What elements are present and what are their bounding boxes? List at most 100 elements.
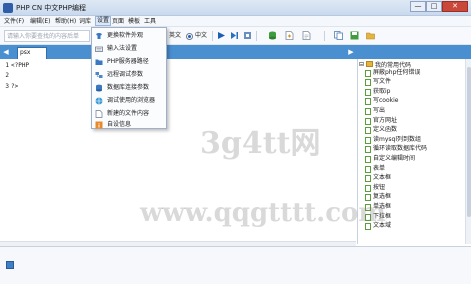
network-icon bbox=[95, 71, 103, 78]
step-icon[interactable] bbox=[230, 31, 239, 40]
menu-item-php-server-path[interactable]: PHP服务器路径 bbox=[92, 56, 166, 67]
snippet-item[interactable]: 复选框 bbox=[365, 193, 391, 201]
minimize-button[interactable]: — bbox=[410, 1, 426, 12]
snippet-label: 写出 bbox=[373, 107, 386, 114]
new-file-icon[interactable] bbox=[285, 31, 294, 40]
debug-icon[interactable] bbox=[243, 31, 252, 40]
snippet-file-icon bbox=[365, 69, 371, 77]
menu-edit[interactable]: 编辑(E) bbox=[29, 17, 51, 26]
menu-item-label: 数据库连接参数 bbox=[107, 84, 150, 91]
output-panel bbox=[0, 246, 471, 284]
menu-item-debug-browser[interactable]: 调试使用的浏览器 bbox=[92, 95, 166, 106]
search-input[interactable] bbox=[4, 30, 90, 42]
line-number: 1 bbox=[5, 62, 9, 69]
radio-english-label: 英文 bbox=[169, 32, 182, 39]
line-number: 2 bbox=[5, 72, 9, 79]
menu-help[interactable]: 帮助(H) bbox=[54, 17, 77, 26]
snippet-label: 按钮 bbox=[373, 184, 386, 191]
snippet-file-icon bbox=[365, 126, 371, 134]
snippet-label: 下拉框 bbox=[373, 213, 392, 220]
menu-item-label: 新建的文件内容 bbox=[107, 110, 150, 117]
code-editor[interactable]: 1 <?PHP 2 3 ?> bbox=[0, 59, 356, 241]
snippet-label: 写文件 bbox=[373, 78, 392, 85]
code-line[interactable]: ?> bbox=[11, 83, 18, 91]
menu-lexicon[interactable]: 词库 bbox=[78, 17, 92, 26]
snippet-label: 自定义编辑时间 bbox=[373, 155, 416, 162]
snippet-item[interactable]: 读mysql列到数组 bbox=[365, 136, 421, 144]
collapse-icon[interactable]: ⊟ bbox=[359, 61, 364, 68]
copy-icon[interactable] bbox=[334, 31, 343, 40]
maximize-button[interactable]: □ bbox=[426, 1, 442, 12]
toolbar-separator bbox=[324, 31, 325, 41]
menu-item-label: 调试使用的浏览器 bbox=[107, 97, 156, 104]
menu-item-label: 输入法设置 bbox=[107, 45, 138, 52]
snippet-item[interactable]: 循环读取数据库代码 bbox=[365, 145, 427, 153]
snippet-item[interactable]: 按钮 bbox=[365, 184, 385, 192]
menu-file[interactable]: 文件(F) bbox=[3, 17, 25, 26]
snippet-item[interactable]: 写文件 bbox=[365, 78, 391, 86]
snippet-item[interactable]: 写出 bbox=[365, 107, 385, 115]
menu-page[interactable]: 页面 bbox=[111, 17, 125, 26]
snippet-file-icon bbox=[365, 107, 371, 115]
snippet-label: 单选框 bbox=[373, 203, 392, 210]
radio-chinese[interactable]: 中文 bbox=[186, 30, 207, 42]
snippet-item[interactable]: 获取ip bbox=[365, 88, 390, 96]
snippet-file-icon bbox=[365, 222, 371, 230]
title-bar: PHP CN 中文PHP编程 — □ ✕ bbox=[0, 0, 471, 16]
menu-tools[interactable]: 工具 bbox=[143, 17, 157, 26]
snippet-label: 获取ip bbox=[373, 88, 391, 95]
menu-item-label: 自设信息 bbox=[107, 121, 132, 128]
line-number: 3 bbox=[5, 83, 9, 90]
snippet-scrollbar[interactable] bbox=[465, 59, 471, 244]
folder-icon bbox=[95, 59, 103, 65]
tab-prev-button[interactable]: ◀ bbox=[2, 48, 10, 56]
menu-item-new-file-content[interactable]: 新建的文件内容 bbox=[92, 108, 166, 119]
radio-chinese-label: 中文 bbox=[195, 32, 208, 39]
run-icon[interactable] bbox=[217, 31, 226, 40]
menu-settings[interactable]: 设置 bbox=[95, 16, 112, 26]
snippet-item[interactable]: 写cookie bbox=[365, 97, 398, 105]
toolbar-separator bbox=[212, 31, 213, 41]
menu-item-input-method[interactable]: 输入法设置 bbox=[92, 43, 166, 54]
database-icon[interactable] bbox=[268, 31, 277, 40]
snippet-file-icon bbox=[365, 78, 371, 86]
menu-bar: 文件(F) 编辑(E) 帮助(H) 词库 设置 页面 模板 工具 bbox=[0, 16, 471, 27]
save-icon[interactable] bbox=[350, 31, 359, 40]
snippet-item[interactable]: 官方网址 bbox=[365, 117, 397, 125]
snippet-item[interactable]: 文本框 bbox=[365, 174, 391, 182]
snippet-item[interactable]: 自定义编辑时间 bbox=[365, 155, 415, 163]
snippet-file-icon bbox=[365, 193, 371, 201]
folder-icon bbox=[366, 61, 374, 67]
radio-chinese-dot bbox=[186, 32, 193, 40]
tab-next-button[interactable]: ▶ bbox=[347, 48, 355, 56]
menu-item-remote-debug[interactable]: 远程调试参数 bbox=[92, 69, 166, 80]
menu-item-change-skin[interactable]: 更换软件外观 bbox=[92, 30, 166, 41]
app-icon bbox=[3, 3, 13, 13]
snippet-item[interactable]: 下拉框 bbox=[365, 213, 391, 221]
file-icon[interactable] bbox=[302, 31, 311, 40]
snippet-label: 循环读取数据库代码 bbox=[373, 145, 428, 152]
snippet-file-icon bbox=[365, 117, 371, 125]
menu-template[interactable]: 模板 bbox=[127, 17, 141, 26]
close-button[interactable]: ✕ bbox=[442, 1, 468, 12]
toolbar: 英文 中文 bbox=[0, 27, 471, 45]
code-line[interactable]: <?PHP bbox=[11, 62, 29, 70]
snippet-item[interactable]: 定义函数 bbox=[365, 126, 397, 134]
snippet-label: 读mysql列到数组 bbox=[373, 136, 421, 143]
snippet-label: 复选框 bbox=[373, 193, 392, 200]
scroll-thumb[interactable] bbox=[467, 67, 471, 217]
database-icon bbox=[96, 84, 102, 91]
tab-label: psx bbox=[20, 49, 31, 56]
snippet-item[interactable]: 单选框 bbox=[365, 203, 391, 211]
tab-psx[interactable]: psx bbox=[17, 47, 47, 59]
output-icon[interactable] bbox=[6, 261, 14, 269]
snippet-item[interactable]: 表单 bbox=[365, 165, 385, 173]
menu-item-db-connection[interactable]: 数据库连接参数 bbox=[92, 82, 166, 93]
snippet-root-label: 我的常用代码 bbox=[375, 61, 412, 69]
tab-bar: ◀ psx ▶ bbox=[0, 45, 471, 59]
snippet-item[interactable]: 文本域 bbox=[365, 222, 391, 230]
snippet-tree-root[interactable]: ⊟ 我的常用代码 bbox=[358, 59, 471, 69]
menu-item-custom-info[interactable]: 自设信息 bbox=[92, 119, 166, 130]
open-folder-icon[interactable] bbox=[366, 31, 375, 40]
snippet-item[interactable]: 屏蔽php任何错误 bbox=[365, 69, 420, 77]
